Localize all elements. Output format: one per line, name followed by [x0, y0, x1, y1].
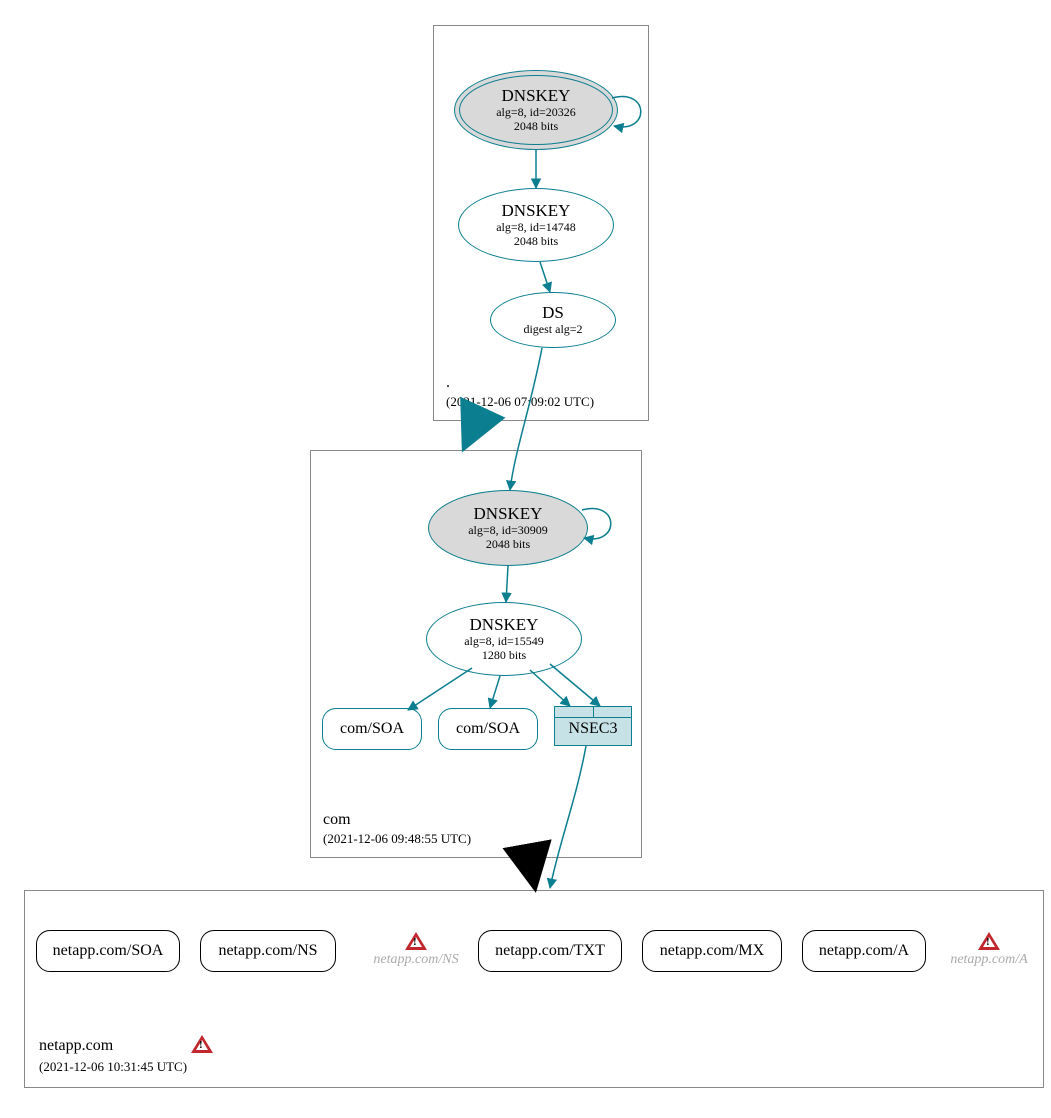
com-soa-node-1: com/SOA — [322, 708, 422, 750]
root-zsk-bits: 2048 bits — [514, 235, 558, 249]
netapp-a-warn-text: netapp.com/A — [950, 952, 1027, 968]
com-zsk-bits: 1280 bits — [482, 649, 526, 663]
netapp-soa-node: netapp.com/SOA — [36, 930, 180, 972]
com-zsk-node: DNSKEY alg=8, id=15549 1280 bits — [426, 602, 582, 676]
root-zsk-node: DNSKEY alg=8, id=14748 2048 bits — [458, 188, 614, 262]
com-zsk-alg: alg=8, id=15549 — [464, 635, 544, 649]
zone-netapp-name: netapp.com — [39, 1037, 113, 1054]
netapp-a-node: netapp.com/A — [802, 930, 926, 972]
com-soa-1-text: com/SOA — [340, 720, 404, 738]
root-zsk-title: DNSKEY — [502, 201, 571, 221]
com-zsk-title: DNSKEY — [470, 615, 539, 635]
netapp-mx-node: netapp.com/MX — [642, 930, 782, 972]
root-zsk-alg: alg=8, id=14748 — [496, 221, 576, 235]
root-ksk-node: DNSKEY alg=8, id=20326 2048 bits — [454, 70, 618, 150]
zone-root-name: . — [446, 374, 450, 391]
root-ds-title: DS — [542, 303, 564, 323]
root-ksk-alg: alg=8, id=20326 — [496, 106, 576, 120]
zone-com-label: com (2021-12-06 09:48:55 UTC) — [323, 811, 471, 847]
zone-root-label: . (2021-12-06 07:09:02 UTC) — [446, 374, 594, 410]
com-soa-node-2: com/SOA — [438, 708, 538, 750]
zone-netapp: netapp.com (2021-12-06 10:31:45 UTC) ! — [24, 890, 1044, 1088]
warning-icon: ! — [191, 1035, 213, 1053]
zone-com-ts: (2021-12-06 09:48:55 UTC) — [323, 831, 471, 847]
root-ksk-bits: 2048 bits — [514, 120, 558, 134]
root-ds-node: DS digest alg=2 — [490, 292, 616, 348]
warning-icon: ! — [405, 932, 427, 950]
zone-netapp-label: netapp.com (2021-12-06 10:31:45 UTC) — [39, 1037, 187, 1075]
netapp-a-warning: ! netapp.com/A — [944, 932, 1034, 968]
com-ksk-node: DNSKEY alg=8, id=30909 2048 bits — [428, 490, 588, 566]
netapp-ns-text: netapp.com/NS — [218, 942, 317, 960]
warning-icon: ! — [978, 932, 1000, 950]
com-nsec3-node: NSEC3 — [554, 706, 632, 746]
netapp-ns-node: netapp.com/NS — [200, 930, 336, 972]
netapp-ns-warn-text: netapp.com/NS — [373, 952, 458, 968]
zone-root-ts: (2021-12-06 07:09:02 UTC) — [446, 394, 594, 410]
com-ksk-alg: alg=8, id=30909 — [468, 524, 548, 538]
netapp-ns-warning: ! netapp.com/NS — [366, 932, 466, 968]
netapp-a-text: netapp.com/A — [819, 942, 909, 960]
netapp-mx-text: netapp.com/MX — [660, 942, 764, 960]
root-ds-alg: digest alg=2 — [523, 323, 582, 337]
zone-com-name: com — [323, 811, 351, 828]
netapp-soa-text: netapp.com/SOA — [53, 942, 164, 960]
zone-netapp-ts: (2021-12-06 10:31:45 UTC) — [39, 1059, 187, 1075]
com-ksk-title: DNSKEY — [474, 504, 543, 524]
root-ksk-title: DNSKEY — [502, 86, 571, 106]
com-nsec3-text: NSEC3 — [555, 718, 631, 742]
netapp-txt-node: netapp.com/TXT — [478, 930, 622, 972]
diagram-viewport: . (2021-12-06 07:09:02 UTC) DNSKEY alg=8… — [10, 10, 1051, 1108]
com-ksk-bits: 2048 bits — [486, 538, 530, 552]
com-soa-2-text: com/SOA — [456, 720, 520, 738]
netapp-txt-text: netapp.com/TXT — [495, 942, 605, 960]
